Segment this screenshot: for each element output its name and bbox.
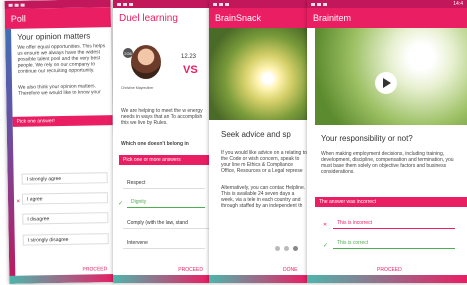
status-bar xyxy=(209,0,307,8)
poll-body-1: We offer equal opportunities. This helps… xyxy=(17,43,106,75)
duel-option[interactable]: Dignity xyxy=(127,197,205,208)
duel-question-bar: Pick one or more answers xyxy=(119,155,209,165)
page-title: BrainSnack xyxy=(215,13,262,23)
radio-selected-icon[interactable]: ✕ xyxy=(16,199,20,205)
poll-question-bar: Pick one answer! xyxy=(12,115,113,127)
vs-label: VS xyxy=(183,64,198,76)
phone-brainsnack: BrainSnack Seek advice and sp If you wou… xyxy=(209,0,307,283)
page-title: Duel learning xyxy=(119,12,178,24)
item-option[interactable]: This is incorrect xyxy=(333,218,455,229)
sunlight-image xyxy=(209,28,307,120)
status-bar xyxy=(113,0,209,8)
result-bar: The answer was incorrect xyxy=(315,197,467,207)
phone-duel: Duel learning 2G6 Christine Mayreuther 1… xyxy=(113,0,209,283)
poll-option[interactable]: I disagree xyxy=(22,212,109,225)
status-time: 14:4 xyxy=(453,1,463,7)
incorrect-icon[interactable]: ✕ xyxy=(323,222,327,228)
snack-body-1: If you would like advice on a relating t… xyxy=(221,150,307,174)
correct-icon[interactable]: ✓ xyxy=(323,242,328,249)
app-header: BrainSnack xyxy=(209,8,307,28)
play-icon[interactable] xyxy=(375,72,397,94)
proceed-button[interactable]: PROCEED xyxy=(377,267,402,273)
player-name: Christine Mayreuther xyxy=(121,86,154,90)
player-avatar xyxy=(131,45,161,79)
poll-option[interactable]: I agree xyxy=(21,192,109,205)
bottom-strip xyxy=(307,275,467,283)
app-header: Poll xyxy=(4,7,112,29)
bottom-strip xyxy=(113,275,209,283)
app-header: Brainitem xyxy=(307,8,467,28)
page-indicator[interactable] xyxy=(275,246,298,251)
side-gradient xyxy=(5,28,16,284)
duel-option[interactable]: Respect xyxy=(123,178,205,189)
duel-option[interactable]: Intervene xyxy=(123,238,205,249)
item-option[interactable]: This is correct xyxy=(333,238,455,249)
proceed-button[interactable]: PROCEED xyxy=(178,267,203,273)
bottom-strip xyxy=(9,274,116,284)
phone-poll: Poll Your opinion matters We offer equal… xyxy=(4,0,116,284)
page-title: Brainitem xyxy=(313,13,352,23)
done-button[interactable]: DONE xyxy=(283,267,297,273)
duel-bold: Which one doesn't belong in xyxy=(121,141,189,147)
duel-score: 12.23 xyxy=(181,54,197,60)
poll-option[interactable]: I strongly agree xyxy=(21,172,108,185)
page-dot xyxy=(275,246,280,251)
item-heading: Your responsibility or not? xyxy=(321,134,413,143)
page-dot xyxy=(284,246,289,251)
snack-heading: Seek advice and sp xyxy=(221,130,291,139)
page-dot xyxy=(293,246,298,251)
poll-option[interactable]: I strongly disagree xyxy=(22,233,109,246)
phone-brainitem: 14:4 Brainitem Your responsibility or no… xyxy=(307,0,467,283)
proceed-button[interactable]: PROCEED xyxy=(82,266,107,272)
poll-heading: Your opinion matters xyxy=(17,31,91,42)
duel-option[interactable]: Comply (with the law, stand xyxy=(123,218,209,229)
status-bar: 14:4 xyxy=(307,0,467,8)
bottom-strip xyxy=(209,275,307,283)
snack-body-2: Alternatively, you can contac Helpline. … xyxy=(221,185,306,209)
page-title: Poll xyxy=(10,13,26,24)
item-body: When making employment decisions, includ… xyxy=(321,151,454,175)
duel-body: We are helping to meet the w energy need… xyxy=(121,108,203,126)
app-header: Duel learning xyxy=(113,8,209,28)
badge: 2G6 xyxy=(123,48,133,58)
check-icon[interactable]: ✓ xyxy=(118,200,123,207)
poll-body-2: We also think your opinion matters. Ther… xyxy=(18,83,101,97)
